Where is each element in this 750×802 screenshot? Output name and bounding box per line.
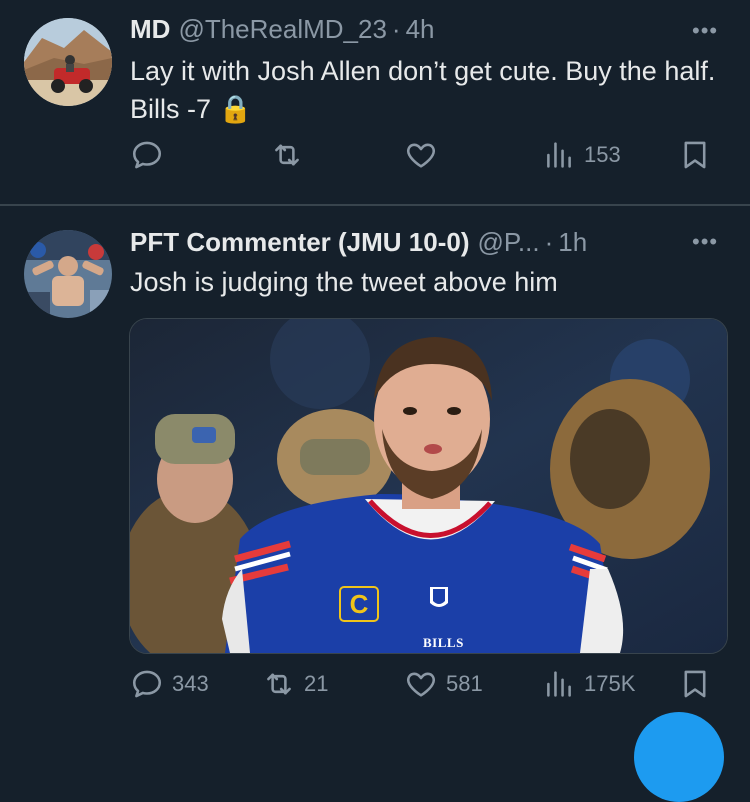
tweet-actions: 153 (0, 138, 750, 178)
tweet-header: PFT Commenter (JMU 10-0) @P... · 1h (130, 227, 587, 258)
tweet-divider (0, 204, 750, 206)
timestamp[interactable]: 1h (558, 227, 587, 258)
tweet-2[interactable]: PFT Commenter (JMU 10-0) @P... · 1h ••• … (0, 207, 750, 731)
svg-text:C: C (350, 589, 369, 619)
bookmark-button[interactable] (678, 667, 712, 701)
avatar-pft-commenter[interactable] (24, 230, 112, 318)
display-name[interactable]: MD (130, 14, 170, 45)
tweet-text: Josh is judging the tweet above him (130, 267, 558, 297)
view-count: 153 (584, 142, 621, 167)
tweet-media-image[interactable]: C BILLS (129, 318, 728, 654)
separator-dot: · (391, 14, 401, 44)
bookmark-button[interactable] (678, 138, 712, 172)
heart-icon (407, 672, 435, 697)
bookmark-icon (684, 141, 706, 169)
retweet-button[interactable]: 21 (262, 667, 328, 701)
tweet-1[interactable]: MD @TheRealMD_23 · 4h ••• Lay it with Jo… (0, 0, 750, 204)
reply-icon (132, 670, 162, 698)
more-options-icon[interactable]: ••• (692, 18, 718, 44)
views-icon (547, 142, 571, 168)
views-icon (547, 671, 571, 697)
josh-allen-photo: C (130, 319, 727, 653)
timestamp[interactable]: 4h (406, 14, 435, 45)
compose-button[interactable] (634, 712, 724, 802)
bookmark-icon (684, 670, 706, 698)
view-count: 175K (584, 671, 636, 696)
separator-dot: · (544, 227, 554, 257)
more-options-icon[interactable]: ••• (692, 229, 718, 255)
user-handle[interactable]: @TheRealMD_23 (178, 14, 386, 45)
retweet-icon (267, 673, 291, 695)
views-button[interactable]: 175K (542, 667, 635, 701)
tweet-text: Lay it with Josh Allen don’t get cute. B… (130, 56, 716, 124)
like-button[interactable] (404, 138, 446, 172)
user-handle[interactable]: @P... (478, 227, 540, 258)
tweet-actions: 343 21 581 175K (0, 667, 750, 707)
reply-count: 343 (172, 671, 209, 696)
reply-button[interactable]: 343 (130, 667, 209, 701)
tweet-header: MD @TheRealMD_23 · 4h (130, 14, 435, 45)
retweet-icon (275, 144, 299, 166)
retweet-button[interactable] (270, 138, 312, 172)
avatar-photo (24, 230, 112, 318)
like-button[interactable]: 581 (404, 667, 483, 701)
reply-button[interactable] (130, 138, 172, 172)
heart-icon (407, 143, 435, 168)
jersey-text: BILLS (423, 635, 464, 650)
display-name[interactable]: PFT Commenter (JMU 10-0) (130, 227, 470, 258)
like-count: 581 (446, 671, 483, 696)
reply-icon (132, 141, 162, 169)
avatar-md[interactable] (24, 18, 112, 106)
avatar-photo (24, 18, 112, 106)
views-button[interactable]: 153 (542, 138, 621, 172)
retweet-count: 21 (304, 671, 329, 696)
